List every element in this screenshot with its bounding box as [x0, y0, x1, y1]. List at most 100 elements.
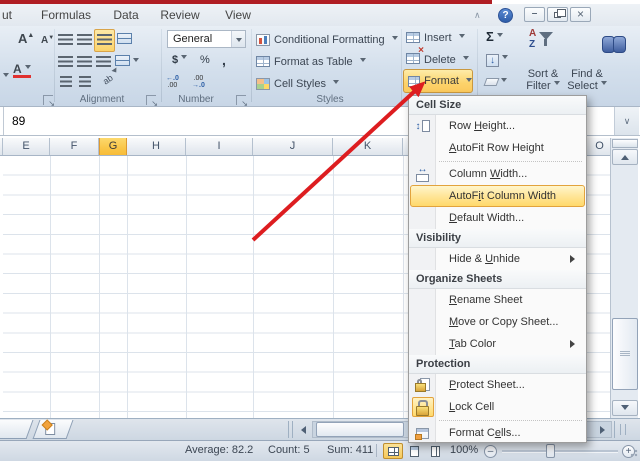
help-button[interactable]: ?: [498, 8, 513, 23]
submenu-arrow-icon: [570, 340, 579, 348]
menu-section-visibility: Visibility: [409, 229, 586, 248]
vertical-scrollbar[interactable]: [610, 138, 638, 418]
column-width-icon: [416, 166, 429, 182]
excel-window: ut Formulas Data Review View ∧ ? A▲ A▼ A…: [0, 0, 640, 461]
status-average: Average: 82.2: [185, 444, 254, 456]
menu-item-column-width[interactable]: Column Width...: [409, 163, 586, 185]
zoom-slider-track[interactable]: [502, 450, 618, 453]
page-break-icon: [430, 445, 440, 457]
clear-button[interactable]: [483, 73, 507, 91]
border-dropdown-partial-icon[interactable]: [0, 68, 9, 86]
zoom-slider-thumb[interactable]: [546, 444, 555, 458]
menu-item-autofit-row-height[interactable]: AutoFit Row Height: [409, 137, 586, 159]
window-resize-grip-icon: [630, 449, 638, 457]
sheet-tab-partial[interactable]: [0, 420, 34, 439]
decrease-indent-button[interactable]: [60, 74, 72, 92]
font-dialog-launcher-icon[interactable]: [43, 95, 55, 108]
vertical-scroll-thumb[interactable]: [612, 318, 638, 390]
fill-button[interactable]: ↓: [486, 50, 508, 68]
number-format-select[interactable]: General: [167, 30, 246, 48]
menu-item-lock-cell[interactable]: Lock Cell: [409, 396, 586, 418]
close-window-button[interactable]: [570, 7, 591, 22]
column-header-h[interactable]: H: [127, 138, 186, 155]
page-break-view-button[interactable]: [425, 443, 445, 459]
column-header-g-selected[interactable]: G: [99, 138, 127, 155]
grow-font-button[interactable]: A▲: [18, 31, 34, 46]
format-as-table-icon: [256, 56, 270, 67]
minimize-window-button[interactable]: [524, 7, 545, 22]
orientation-button[interactable]: [117, 31, 132, 49]
increase-decimal-button[interactable]: ←.0.00: [166, 75, 179, 89]
tab-page-layout-partial[interactable]: ut: [2, 4, 12, 26]
percent-format-button[interactable]: %: [200, 54, 210, 66]
menu-item-autofit-column-width-highlighted[interactable]: AutoFit Column Width: [409, 185, 586, 207]
arrow-down-icon: [621, 405, 629, 414]
align-middle-button[interactable]: [77, 32, 92, 50]
decrease-decimal-button[interactable]: .00 →.0: [192, 75, 205, 89]
column-header-f[interactable]: F: [50, 138, 99, 155]
tab-formulas[interactable]: Formulas: [36, 4, 96, 26]
scrollbar-resize-grip[interactable]: [614, 421, 630, 438]
expand-formula-bar-button[interactable]: ∨: [614, 107, 639, 135]
cell-styles-button[interactable]: Cell Styles: [256, 75, 339, 92]
menu-item-row-height[interactable]: Row Height...: [409, 115, 586, 137]
scroll-down-button[interactable]: [612, 400, 638, 416]
column-header-j[interactable]: J: [253, 138, 333, 155]
column-header-e[interactable]: E: [3, 138, 50, 155]
lock-icon: [416, 400, 429, 416]
binoculars-icon[interactable]: [601, 34, 627, 54]
restore-window-button[interactable]: [547, 7, 568, 22]
tab-review[interactable]: Review: [158, 4, 202, 26]
shrink-font-button[interactable]: A▼: [41, 35, 54, 46]
find-select-button[interactable]: Find & Select: [560, 68, 614, 92]
format-button-active[interactable]: Format: [403, 69, 473, 93]
currency-format-button[interactable]: $: [172, 54, 187, 66]
scroll-right-button[interactable]: [595, 421, 611, 438]
split-handle[interactable]: [612, 139, 638, 148]
conditional-formatting-button[interactable]: Conditional Formatting: [256, 31, 398, 48]
align-top-button[interactable]: [58, 32, 73, 50]
insert-worksheet-button[interactable]: [32, 420, 74, 439]
column-header-k[interactable]: K: [333, 138, 403, 155]
menu-item-format-cells[interactable]: Format Cells...: [409, 422, 586, 442]
tab-data[interactable]: Data: [106, 4, 146, 26]
number-dialog-launcher-icon[interactable]: [236, 95, 248, 108]
format-as-table-button[interactable]: Format as Table: [256, 53, 366, 70]
scroll-left-button[interactable]: [295, 421, 311, 438]
scroll-up-button[interactable]: [612, 149, 638, 165]
menu-item-tab-color[interactable]: Tab Color: [409, 333, 586, 355]
tab-scroll-divider[interactable]: [288, 421, 293, 438]
menu-item-rename-sheet[interactable]: Rename Sheet: [409, 289, 586, 311]
tab-view[interactable]: View: [220, 4, 256, 26]
arrow-left-icon: [297, 425, 306, 434]
page-layout-icon: [409, 445, 419, 457]
autosum-button[interactable]: Σ: [486, 29, 503, 44]
normal-view-button[interactable]: [383, 443, 403, 459]
name-box-divider: [3, 107, 4, 135]
horizontal-scroll-thumb[interactable]: [316, 422, 404, 437]
sort-filter-icon[interactable]: [528, 29, 554, 53]
zoom-level[interactable]: 100%: [450, 444, 478, 456]
menu-item-default-width[interactable]: Default Width...: [409, 207, 586, 229]
font-color-button[interactable]: A: [13, 63, 31, 78]
comma-format-button[interactable]: ,: [222, 52, 226, 68]
column-header-i[interactable]: I: [186, 138, 253, 155]
menu-item-move-copy-sheet[interactable]: Move or Copy Sheet...: [409, 311, 586, 333]
chevron-down-icon[interactable]: [231, 31, 245, 47]
align-center-button[interactable]: [77, 54, 92, 72]
page-layout-view-button[interactable]: [404, 443, 424, 459]
menu-item-hide-unhide[interactable]: Hide & Unhide: [409, 248, 586, 270]
insert-cells-button[interactable]: Insert: [406, 29, 465, 46]
align-bottom-button-active[interactable]: [94, 29, 115, 52]
minimize-ribbon-icon[interactable]: ∧: [474, 10, 481, 21]
merge-center-button[interactable]: [115, 53, 139, 71]
menu-item-protect-sheet[interactable]: Protect Sheet...: [409, 374, 586, 396]
zoom-out-button[interactable]: –: [484, 445, 497, 458]
increase-indent-button[interactable]: [79, 74, 91, 92]
delete-cells-button[interactable]: Delete: [406, 45, 469, 68]
align-right-button[interactable]: [96, 54, 111, 72]
align-left-button[interactable]: [58, 54, 73, 72]
formula-bar-value[interactable]: 89: [12, 107, 25, 135]
fill-down-icon: ↓: [486, 54, 499, 67]
alignment-dialog-launcher-icon[interactable]: [146, 95, 158, 108]
